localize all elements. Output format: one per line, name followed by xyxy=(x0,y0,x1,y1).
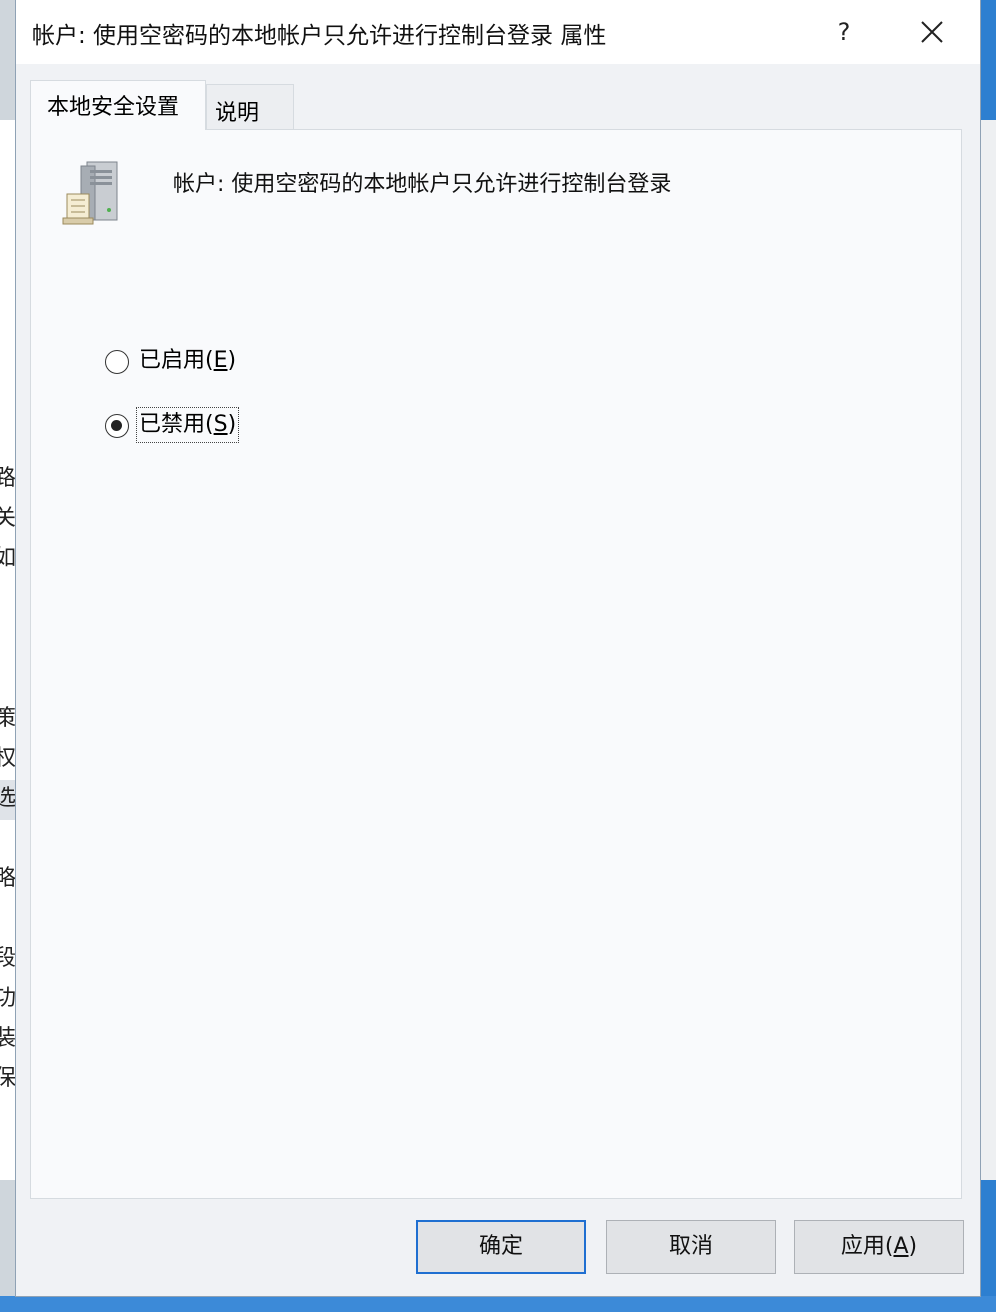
enabled-label: 已启用(E) xyxy=(139,348,237,373)
background-text: 路 xyxy=(0,466,17,491)
policy-name: 帐户: 使用空密码的本地帐户只允许进行控制台登录 xyxy=(173,172,672,197)
background-window-left: 路 关 如 策 权 选 略 段 功 装 保 xyxy=(0,120,17,1180)
tab-local-security-setting[interactable]: 本地安全设置 xyxy=(30,80,206,130)
background-taskbar xyxy=(0,1296,996,1312)
background-text: 策 xyxy=(0,706,17,731)
tab-panel: 帐户: 使用空密码的本地帐户只允许进行控制台登录 已启用(E) 已禁用(S) xyxy=(30,129,962,1199)
background-window-right xyxy=(980,0,996,1312)
background-text: 装 xyxy=(0,1026,17,1051)
close-icon xyxy=(921,21,943,43)
tab-label: 说明 xyxy=(215,101,260,126)
radio-dot xyxy=(111,420,122,431)
background-text: 权 xyxy=(0,746,17,771)
background-text: 略 xyxy=(0,866,17,891)
window-title: 帐户: 使用空密码的本地帐户只允许进行控制台登录 属性 xyxy=(32,23,607,49)
close-button[interactable] xyxy=(906,8,958,56)
background-text: 如 xyxy=(0,546,17,571)
properties-dialog: 帐户: 使用空密码的本地帐户只允许进行控制台登录 属性 ? 本地安全设置 说明 … xyxy=(16,0,980,1296)
disabled-label: 已禁用(S) xyxy=(135,407,240,443)
background-text: 选 xyxy=(0,786,17,811)
tab-explain[interactable]: 说明 xyxy=(206,84,294,130)
radio-circle[interactable] xyxy=(105,350,129,374)
server-policy-icon xyxy=(62,161,118,225)
radio-circle-selected[interactable] xyxy=(105,414,129,438)
tab-label: 本地安全设置 xyxy=(47,95,180,120)
apply-button[interactable]: 应用(A) xyxy=(794,1220,964,1274)
background-text: 保 xyxy=(0,1066,17,1091)
background-text: 功 xyxy=(0,986,17,1011)
background-text: 段 xyxy=(0,946,17,971)
title-bar[interactable]: 帐户: 使用空密码的本地帐户只允许进行控制台登录 属性 ? xyxy=(16,0,980,64)
cancel-button[interactable]: 取消 xyxy=(606,1220,776,1274)
help-button[interactable]: ? xyxy=(822,10,866,54)
ok-button[interactable]: 确定 xyxy=(416,1220,586,1274)
background-text: 关 xyxy=(0,506,17,531)
